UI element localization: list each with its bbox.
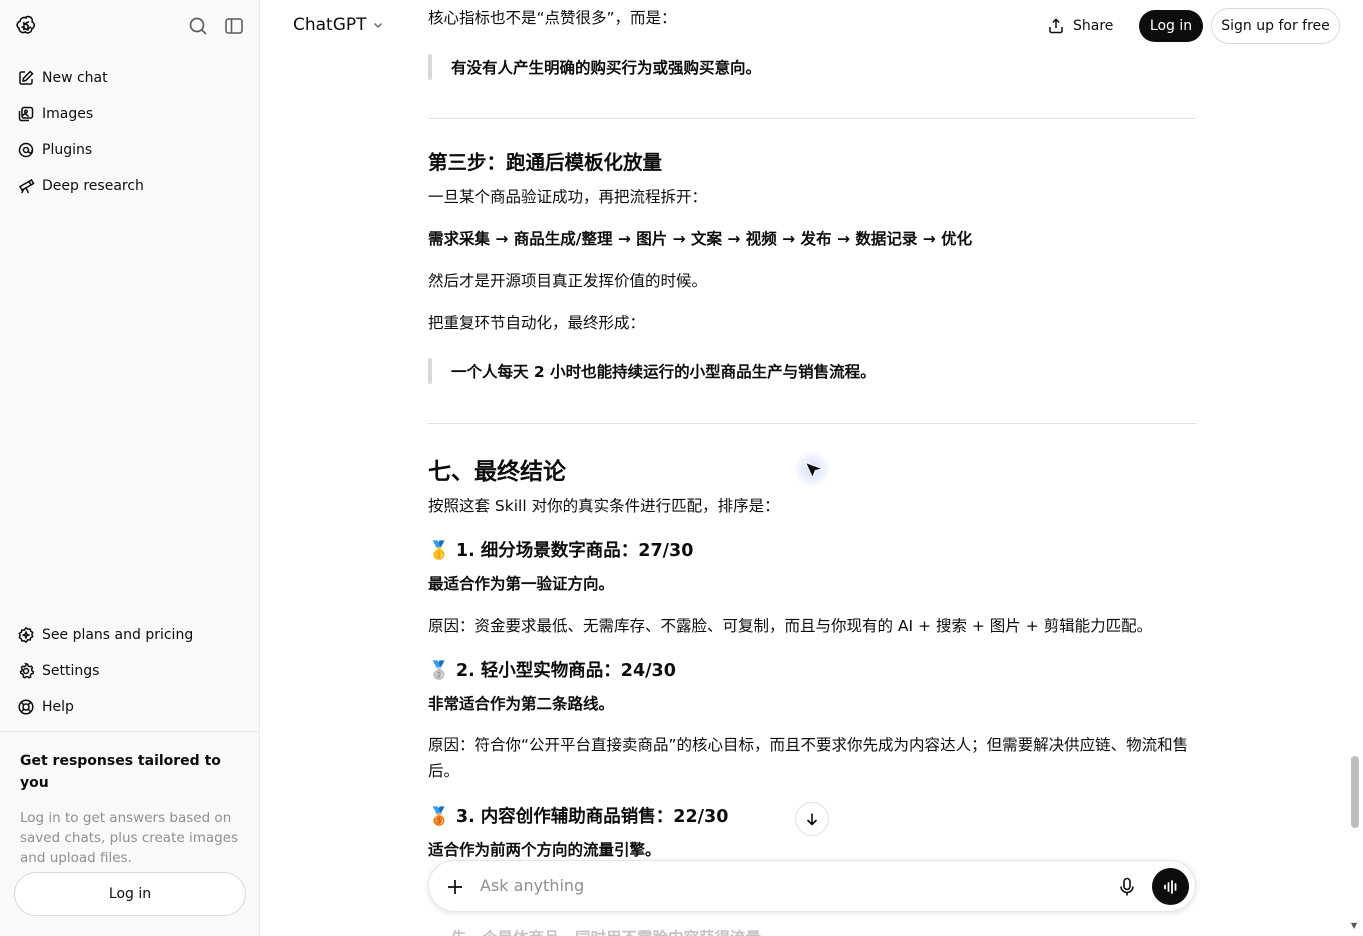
sidebar-item-label: See plans and pricing: [42, 627, 194, 643]
gold-medal-icon: 🥇: [428, 541, 450, 561]
telescope-icon: [16, 176, 36, 196]
paragraph: 一旦某个商品验证成功，再把流程拆开：: [428, 188, 708, 206]
divider: [428, 118, 1196, 119]
rank2-subtitle: 非常适合作为第二条路线。: [428, 695, 615, 713]
blockquote-bar: [428, 358, 432, 384]
login-promo: Get responses tailored to you Log in to …: [20, 750, 245, 868]
paragraph: 把重复环节自动化，最终形成：: [428, 314, 646, 332]
sidebar-item-label: Plugins: [42, 142, 93, 158]
paragraph: 然后才是开源项目真正发挥价值的时候。: [428, 272, 708, 290]
blockquote-text: 一个人每天 2 小时也能持续运行的小型商品生产与销售流程。: [451, 363, 876, 381]
sidebar-item-label: Deep research: [42, 178, 144, 194]
promo-title: Get responses tailored to you: [20, 753, 221, 791]
sidebar-item-plans[interactable]: See plans and pricing: [0, 617, 260, 653]
rank1-reason: 原因：资金要求最低、无需库存、不露脸、可复制，而且与你现有的 AI + 搜索 +…: [428, 617, 1153, 635]
rank3-title: 3. 内容创作辅助商品销售：22/30: [455, 807, 729, 827]
lifebuoy-icon: [16, 697, 36, 717]
sidebar-header: [0, 0, 260, 52]
brand-label: ChatGPT: [293, 15, 367, 35]
sidebar-toggle-icon[interactable]: [223, 15, 245, 37]
sidebar-item-deep-research[interactable]: Deep research: [0, 168, 260, 204]
sidebar-item-label: Images: [42, 106, 94, 122]
paragraph: 按照这套 Skill 对你的真实条件进行匹配，排序是：: [428, 497, 780, 515]
blockquote-text: 有没有人产生明确的购买行为或强购买意向。: [451, 59, 762, 77]
chevron-down-icon: [373, 22, 382, 29]
sidebar-item-label: New chat: [42, 70, 108, 86]
rank2-title: 2. 轻小型实物商品：24/30: [455, 661, 676, 681]
scrollbar-down-arrow-icon[interactable]: ▼: [1351, 921, 1357, 930]
sidebar-item-images[interactable]: Images: [0, 96, 260, 132]
model-selector[interactable]: ChatGPT: [293, 15, 384, 35]
login-button[interactable]: Log in: [1139, 10, 1203, 42]
sidebar-nav-bottom: See plans and pricing Settings Help: [0, 617, 260, 725]
sidebar-item-plugins[interactable]: Plugins: [0, 132, 260, 168]
microphone-icon[interactable]: [1115, 875, 1139, 899]
share-label: Share: [1073, 18, 1114, 34]
bronze-medal-icon: 🥉: [428, 807, 450, 827]
paragraph: 核心指标也不是“点赞很多”，而是：: [428, 9, 677, 27]
divider: [428, 423, 1196, 424]
plugins-icon: [16, 140, 36, 160]
cut-off-line: 先一个是体商品，同时用不露脸内容获得流量: [451, 926, 761, 936]
scrollbar-thumb[interactable]: [1351, 756, 1359, 828]
rank2-heading: 🥈 2. 轻小型实物商品：24/30: [428, 657, 676, 682]
rank3-heading: 🥉 3. 内容创作辅助商品销售：22/30: [428, 803, 728, 828]
edit-icon: [16, 68, 36, 88]
sidebar-divider: [0, 731, 260, 732]
sidebar-login-button[interactable]: Log in: [14, 872, 246, 916]
sidebar-item-label: Settings: [42, 663, 100, 679]
composer: Ask anything: [428, 860, 1196, 912]
promo-text: Log in to get answers based on saved cha…: [20, 810, 239, 866]
sidebar-nav-top: New chat Images Plugins Deep research: [0, 60, 260, 204]
sidebar-item-settings[interactable]: Settings: [0, 653, 260, 689]
flow-line: 需求采集 → 商品生成/整理 → 图片 → 文案 → 视频 → 发布 → 数据记…: [428, 230, 973, 248]
section7-heading: 七、最终结论: [428, 459, 566, 485]
arrow-down-icon: [806, 813, 818, 826]
voice-waveform-icon: [1163, 879, 1176, 894]
gear-icon: [16, 661, 36, 681]
rank1-heading: 🥇 1. 细分场景数字商品：27/30: [428, 537, 693, 562]
sidebar-item-new-chat[interactable]: New chat: [0, 60, 260, 96]
rank2-reason: 原因：符合你“公开平台直接卖商品”的核心目标，而且不要求你先成为内容达人；但需要…: [428, 736, 1189, 780]
sidebar-item-help[interactable]: Help: [0, 689, 260, 725]
signup-button[interactable]: Sign up for free: [1211, 8, 1340, 44]
prompt-input[interactable]: Ask anything: [480, 876, 584, 895]
voice-mode-button[interactable]: [1152, 868, 1189, 905]
sidebar-item-label: Help: [42, 699, 74, 715]
rank1-subtitle: 最适合作为第一验证方向。: [428, 575, 615, 593]
scroll-to-bottom-button[interactable]: [795, 802, 829, 836]
search-icon[interactable]: [187, 15, 209, 37]
silver-medal-icon: 🥈: [428, 661, 450, 681]
images-icon: [16, 104, 36, 124]
share-icon: [1049, 18, 1063, 34]
rank3-subtitle: 适合作为前两个方向的流量引擎。: [428, 841, 661, 859]
share-button[interactable]: Share: [1047, 12, 1113, 40]
sidebar: New chat Images Plugins Deep research Se…: [0, 0, 260, 936]
plus-icon[interactable]: [443, 875, 467, 899]
mouse-cursor-icon: [804, 461, 825, 479]
step3-heading: 第三步：跑通后模板化放量: [428, 151, 663, 174]
rank1-title: 1. 细分场景数字商品：27/30: [455, 541, 694, 561]
sparkle-badge-icon: [16, 625, 36, 645]
openai-logo-icon[interactable]: [14, 14, 38, 38]
blockquote-bar: [428, 54, 432, 80]
